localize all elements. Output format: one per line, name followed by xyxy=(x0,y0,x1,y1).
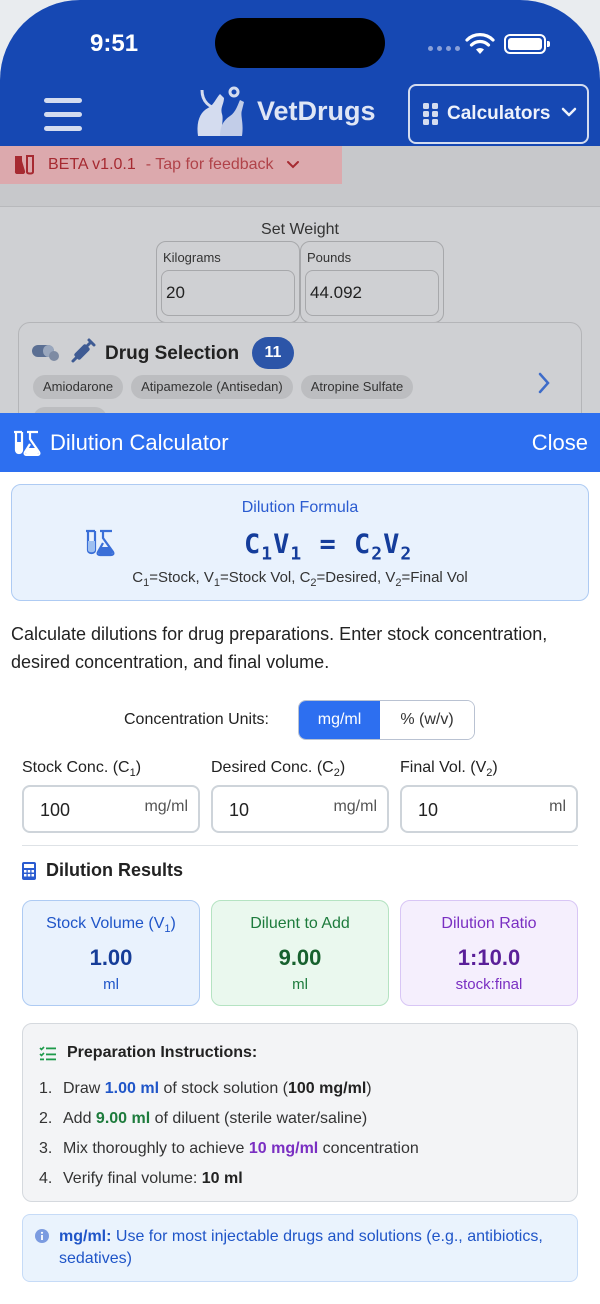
stock-volume-value: 1.00 xyxy=(89,945,133,970)
unit-option-percent[interactable]: % (w/v) xyxy=(380,701,474,739)
battery-icon xyxy=(504,34,550,54)
calculators-dropdown[interactable]: Calculators xyxy=(408,84,589,144)
desired-conc-input[interactable]: 10 mg/ml xyxy=(211,785,389,833)
stock-volume-unit: ml xyxy=(103,976,119,993)
app-header: 9:51 VetDrugs Calculators xyxy=(0,0,600,146)
preparation-title-text: Preparation Instructions: xyxy=(67,1044,258,1061)
dynamic-island xyxy=(215,18,385,68)
drug-count-badge: 11 xyxy=(252,337,294,369)
ratio-value: 1:10.0 xyxy=(457,945,521,970)
stock-conc-value: 100 xyxy=(40,800,71,820)
stock-conc-label: Stock Conc. (C1) xyxy=(22,759,142,780)
list-item: 1. Draw 1.00 ml of stock solution (100 mg… xyxy=(39,1080,372,1097)
checklist-icon xyxy=(39,1046,56,1061)
stock-conc-input[interactable]: 100 mg/ml xyxy=(22,785,200,833)
final-vol-input[interactable]: 10 ml xyxy=(400,785,578,833)
menu-button[interactable] xyxy=(44,98,82,132)
calculator-icon xyxy=(22,861,36,880)
kilograms-label: Kilograms xyxy=(163,250,221,265)
beta-version: BETA v1.0.1 xyxy=(48,156,136,173)
diluent-title: Diluent to Add xyxy=(250,915,350,932)
phone-screen: 9:51 VetDrugs Calculators BETA v1.0.1 - … xyxy=(0,0,600,1304)
diluent-card: Diluent to Add 9.00 ml xyxy=(211,900,389,1006)
drug-chip[interactable]: Amiodarone xyxy=(33,375,124,399)
units-row: Concentration Units: mg/ml % (w/v) xyxy=(0,700,600,740)
desired-conc-label: Desired Conc. (C2) xyxy=(211,759,346,780)
status-time: 9:51 xyxy=(90,30,139,57)
info-icon xyxy=(35,1229,49,1243)
results-title-text: Dilution Results xyxy=(46,860,184,880)
formula-equation: C1V1 = C2V2 xyxy=(244,529,413,565)
kilograms-input[interactable]: 20 xyxy=(161,270,295,316)
preparation-steps: 1. Draw 1.00 ml of stock solution (100 mg… xyxy=(39,1074,419,1194)
drug-chip[interactable]: Atropine Sulfate xyxy=(300,375,414,399)
modal-header: Dilution Calculator Close xyxy=(0,413,600,472)
ratio-title: Dilution Ratio xyxy=(441,915,537,932)
stock-volume-title: Stock Volume (V1) xyxy=(46,915,176,936)
set-weight-title: Set Weight xyxy=(261,221,339,238)
background-content: BETA v1.0.1 - Tap for feedback Set Weigh… xyxy=(0,146,600,414)
formula-legend: C1=Stock, V1=Stock Vol, C2=Desired, V2=F… xyxy=(132,569,468,589)
chevron-right-icon[interactable] xyxy=(537,371,551,395)
preparation-instructions: Preparation Instructions: 1. Draw 1.00 ml… xyxy=(22,1023,578,1202)
diluent-value: 9.00 xyxy=(278,945,322,970)
vet-logo-icon xyxy=(197,86,244,136)
kilograms-box: Kilograms 20 xyxy=(156,241,300,323)
pounds-label: Pounds xyxy=(307,250,352,265)
units-label: Concentration Units: xyxy=(124,711,269,728)
grid-icon xyxy=(423,103,438,125)
stock-volume-card: Stock Volume (V1) 1.00 ml xyxy=(22,900,200,1006)
dilution-ratio-card: Dilution Ratio 1:10.0 stock:final xyxy=(400,900,578,1006)
cellular-signal-icon xyxy=(428,46,460,51)
dilution-formula-box: Dilution Formula C1V1 = C2V2 C1=Stock, V… xyxy=(11,484,589,601)
units-info-note: mg/ml: Use for most injectable drugs and… xyxy=(22,1214,578,1282)
info-note-text: mg/ml: Use for most injectable drugs and… xyxy=(59,1228,543,1267)
pounds-box: Pounds 44.092 xyxy=(300,241,444,323)
chevron-down-icon xyxy=(561,107,577,117)
flask-icon xyxy=(86,529,115,557)
flask-icon xyxy=(14,430,41,456)
drug-chip-list: Amiodarone Atipamezole (Antisedan) Atrop… xyxy=(33,375,414,399)
list-item: 2. Add 9.00 ml of diluent (sterile water/… xyxy=(39,1110,368,1127)
chevron-down-icon xyxy=(286,161,299,169)
close-button[interactable]: Close xyxy=(532,430,588,456)
results-title: Dilution Results xyxy=(22,860,183,881)
diluent-unit: ml xyxy=(292,976,308,993)
pounds-input[interactable]: 44.092 xyxy=(305,270,439,316)
divider xyxy=(22,845,578,846)
modal-title: Dilution Calculator xyxy=(50,430,229,455)
desired-conc-value: 10 xyxy=(229,800,250,820)
formula-title: Dilution Formula xyxy=(241,499,359,516)
ratio-unit: stock:final xyxy=(455,976,523,993)
list-item: 3. Mix thoroughly to achieve 10 mg/ml con… xyxy=(39,1140,419,1157)
final-vol-label: Final Vol. (V2) xyxy=(400,759,498,780)
calculator-description: Calculate dilutions for drug preparation… xyxy=(11,624,548,672)
drug-selection-title: Drug Selection xyxy=(105,343,240,364)
app-title: VetDrugs xyxy=(257,96,376,126)
syringe-icon xyxy=(71,338,96,363)
beta-feedback-banner[interactable]: BETA v1.0.1 - Tap for feedback xyxy=(0,146,342,184)
beta-tap-text: - Tap for feedback xyxy=(145,156,274,173)
calculators-label: Calculators xyxy=(447,103,551,124)
final-vol-value: 10 xyxy=(418,800,439,820)
desired-conc-unit: mg/ml xyxy=(333,798,377,815)
wifi-icon xyxy=(465,33,495,54)
preparation-title: Preparation Instructions: xyxy=(39,1044,257,1062)
drug-chip[interactable]: Atipamezole (Antisedan) xyxy=(131,375,293,399)
list-item: 4. Verify final volume: 10 ml xyxy=(39,1170,243,1187)
stock-conc-unit: mg/ml xyxy=(144,798,188,815)
drug-selection-card[interactable]: Drug Selection 11 Amiodarone Atipamezole… xyxy=(18,322,582,414)
pills-icon xyxy=(32,345,59,361)
flask-icon xyxy=(14,155,34,175)
unit-option-mgml[interactable]: mg/ml xyxy=(299,701,381,739)
units-toggle: mg/ml % (w/v) xyxy=(298,700,475,740)
final-vol-unit: ml xyxy=(549,798,566,815)
